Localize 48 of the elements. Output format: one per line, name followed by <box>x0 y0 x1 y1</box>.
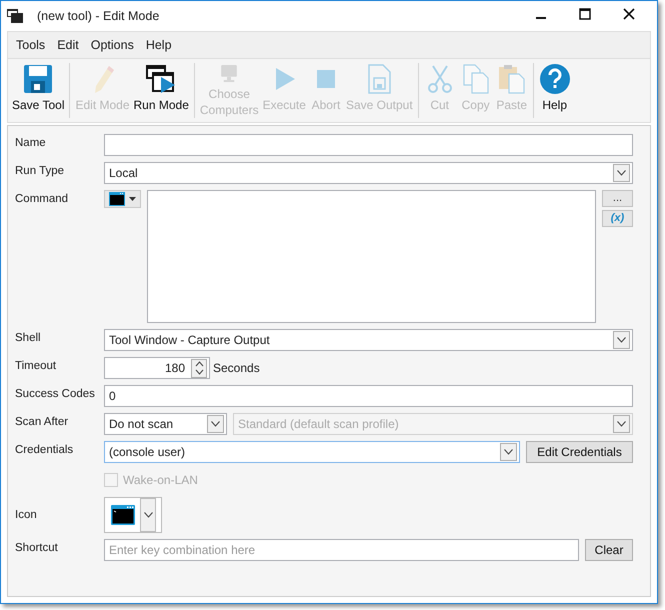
browse-button[interactable]: ... <box>602 190 633 207</box>
toolbar-button[interactable]: Help <box>536 63 573 118</box>
unit-label: Seconds <box>213 361 260 375</box>
caret-icon <box>144 512 152 518</box>
caret-icon <box>617 421 626 427</box>
field-label: Shell <box>15 331 42 344</box>
run-type-dropdown[interactable]: Local <box>104 162 633 184</box>
field-label: Command <box>15 192 70 205</box>
menu-item[interactable]: Edit <box>51 38 85 52</box>
menu-item[interactable]: Tools <box>10 38 52 52</box>
field-label: Timeout <box>15 359 58 372</box>
terminal-icon <box>111 505 135 525</box>
windows-icon <box>7 9 23 23</box>
shortcut-field[interactable]: Enter key combination here <box>104 539 579 561</box>
menu-item[interactable]: Options <box>84 38 140 52</box>
close-icon[interactable] <box>623 8 635 20</box>
terminal-icon <box>109 192 125 206</box>
scan-after-dropdown[interactable]: Do not scan <box>104 413 227 435</box>
field-label: Scan After <box>15 415 70 428</box>
menu-item[interactable]: Help <box>140 38 178 52</box>
success-codes-field[interactable]: 0 <box>104 385 633 407</box>
icon-picker[interactable] <box>104 497 162 533</box>
command-type-dropdown[interactable] <box>104 190 141 208</box>
caret-icon <box>617 170 626 176</box>
edit-credentials-button[interactable]: Edit Credentials <box>526 441 633 463</box>
up-down-icon <box>194 360 204 376</box>
shell-dropdown[interactable]: Tool Window - Capture Output <box>104 329 633 351</box>
clear-button[interactable]: Clear <box>585 539 633 561</box>
maximize-icon[interactable] <box>579 8 591 20</box>
field-label: Run Type <box>15 164 66 177</box>
timeout-spinner[interactable]: 180 <box>104 357 210 379</box>
field-label: Shortcut <box>15 541 59 554</box>
command-field[interactable] <box>147 190 596 323</box>
field-label: Success Codes <box>15 387 96 400</box>
caret-icon <box>211 421 220 427</box>
field-label: Credentials <box>15 443 74 456</box>
toolbar-button[interactable]: Run Mode <box>132 63 191 118</box>
credentials-dropdown[interactable]: (console user) <box>104 441 520 463</box>
caret-icon <box>504 449 513 455</box>
name-field[interactable] <box>104 134 633 156</box>
toolbar-button[interactable]: Save Tool <box>10 63 66 118</box>
caret-icon <box>617 337 626 343</box>
window-title: (new tool) - Edit Mode <box>37 9 160 23</box>
field-label: Icon <box>15 509 38 521</box>
field-label: Name <box>15 136 47 149</box>
caret-icon <box>129 197 136 201</box>
checkbox-label: Wake-on-LAN <box>123 473 198 487</box>
help-icon <box>538 63 571 95</box>
